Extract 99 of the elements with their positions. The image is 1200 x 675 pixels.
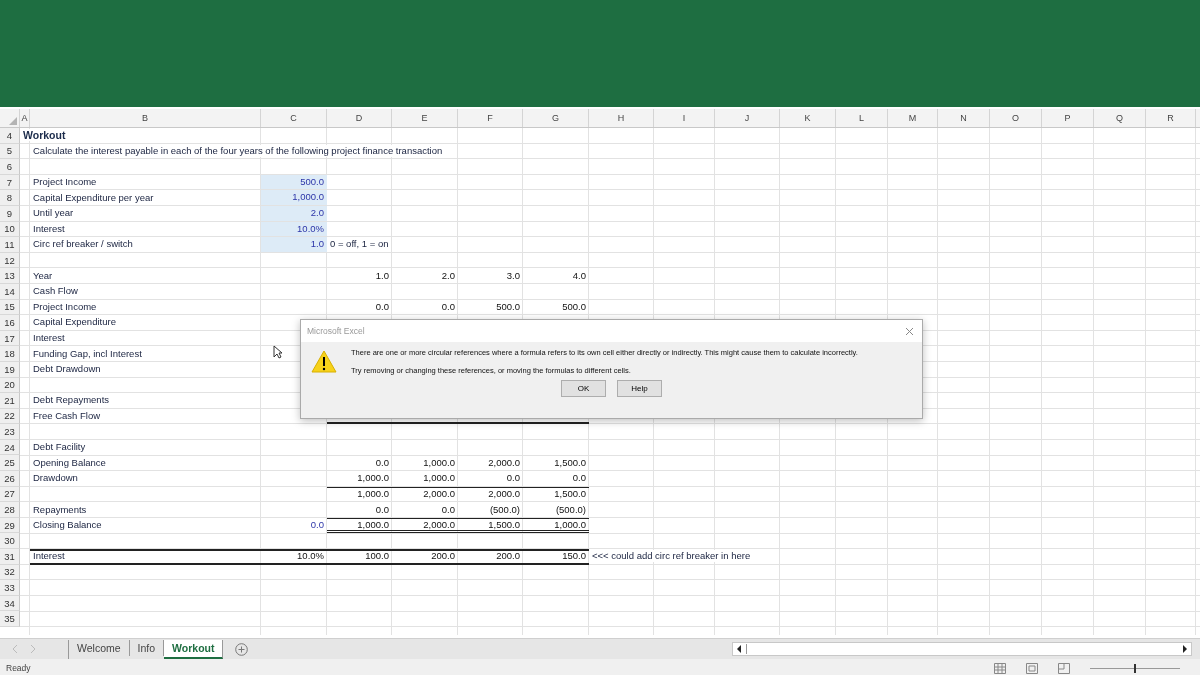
row-number[interactable]: 26 [0,471,20,487]
row-number[interactable]: 11 [0,237,20,253]
column-header[interactable]: E [392,109,458,127]
column-header[interactable]: D [327,109,392,127]
input-value: 1.0 [261,237,327,252]
row-number[interactable]: 6 [0,159,20,175]
row-number[interactable]: 35 [0,611,20,627]
cell-value: 100.0 [364,550,390,563]
cell-value: 1,500.0 [553,456,587,469]
column-header[interactable]: C [261,109,327,127]
cell-value: 2,000.0 [487,456,521,469]
cell-value: 0.0 [309,519,325,532]
input-value: 1,000.0 [261,190,327,205]
warning-icon [311,350,337,373]
cell-value: 200.0 [430,550,456,563]
cell-value: 0.0 [440,503,456,516]
cell-value: 2,000.0 [422,487,456,500]
column-header[interactable]: K [780,109,836,127]
cell-value: 0.0 [440,300,456,313]
cell-text: Debt Facility [30,441,89,454]
scroll-left-icon[interactable] [736,645,743,653]
column-header[interactable]: Q [1094,109,1146,127]
dialog-button[interactable]: OK [561,380,606,397]
cell-text: Interest [30,332,68,344]
cell-value: 0.0 [374,456,390,469]
column-header[interactable]: P [1042,109,1094,127]
row-number[interactable]: 18 [0,346,20,362]
cell-value: 10.0% [296,550,325,563]
row-number[interactable]: 30 [0,533,20,550]
normal-view-icon[interactable] [994,662,1006,674]
cell-value: 500.0 [561,300,587,313]
cell-text: Free Cash Flow [30,410,104,422]
column-header[interactable]: G [523,109,589,127]
column-header[interactable]: B [30,109,261,127]
row-number[interactable]: 25 [0,455,20,472]
cell-value: 0.0 [374,503,390,516]
row-number[interactable]: 21 [0,393,20,409]
column-header[interactable]: F [458,109,523,127]
column-header[interactable]: H [589,109,654,127]
close-icon[interactable] [905,326,914,336]
page-break-icon[interactable] [1058,662,1070,674]
dialog-title: Microsoft Excel [307,326,365,336]
column-header[interactable]: A [20,109,30,127]
row-number[interactable]: 33 [0,580,20,596]
page-layout-icon[interactable] [1026,662,1038,674]
row-number[interactable]: 23 [0,424,20,440]
status-text: Ready [6,663,31,673]
select-all-icon[interactable] [9,117,17,125]
sheet-tab[interactable]: Workout [164,639,224,659]
cell-value: 1.0 [374,269,390,282]
cell-value: 1,000.0 [356,487,390,500]
cell-value: 2,000.0 [487,487,521,500]
cell-text: Funding Gap, incl Interest [30,347,145,360]
cell-value: 1,000.0 [356,519,390,532]
input-value: 500.0 [261,174,327,190]
column-header[interactable]: M [888,109,938,127]
cell-value: 3.0 [505,269,521,282]
cell-value: 0.0 [571,472,587,485]
cell-text: Capital Expenditure [30,316,119,329]
pointer-cursor-icon [273,345,283,359]
dialog-button[interactable]: Help [617,380,662,397]
cell-value: 150.0 [561,550,587,563]
sheet-tab[interactable]: Welcome [69,639,130,656]
cell-value: 500.0 [495,300,521,313]
cell-value: 1,000.0 [422,472,456,485]
cell-value: 2,000.0 [422,519,456,532]
input-value: 10.0% [261,221,327,237]
cell-text: Capital Expenditure per year [30,191,157,204]
cell-value: 1,500.0 [487,519,521,532]
row-number[interactable]: 31 [0,549,20,565]
column-header[interactable]: J [715,109,780,127]
cell-value: 1,000.0 [553,519,587,532]
row-number[interactable]: 16 [0,315,20,331]
add-sheet-icon[interactable] [235,642,249,656]
scroll-right-icon[interactable] [1182,645,1189,653]
column-header[interactable]: I [654,109,715,127]
cell-value: 1,000.0 [422,456,456,469]
cell-value: (500.0) [488,503,521,516]
horizontal-scrollbar[interactable] [732,642,1193,656]
row-number[interactable]: 28 [0,502,20,518]
cell-text: Closing Balance [30,519,105,532]
cell-value: 200.0 [495,550,521,563]
cell-value: 0.0 [374,300,390,313]
cell-value: 1,000.0 [356,472,390,485]
column-header[interactable]: R [1146,109,1196,127]
row-number[interactable]: 13 [0,268,20,284]
cell-value: 2.0 [440,269,456,282]
row-number[interactable]: 8 [0,190,20,206]
column-header[interactable]: O [990,109,1042,127]
cell-value: 4.0 [571,269,587,282]
cell-text: Opening Balance [30,456,109,469]
cell-value: 1,500.0 [553,487,587,500]
input-value: 2.0 [261,205,327,221]
sheet-title: Workout [20,129,69,142]
column-header[interactable]: L [836,109,888,127]
cell-value: (500.0) [554,503,587,516]
column-header[interactable]: N [938,109,990,127]
row-number[interactable]: 4 [0,128,20,144]
cell-value: 0.0 [505,472,521,485]
